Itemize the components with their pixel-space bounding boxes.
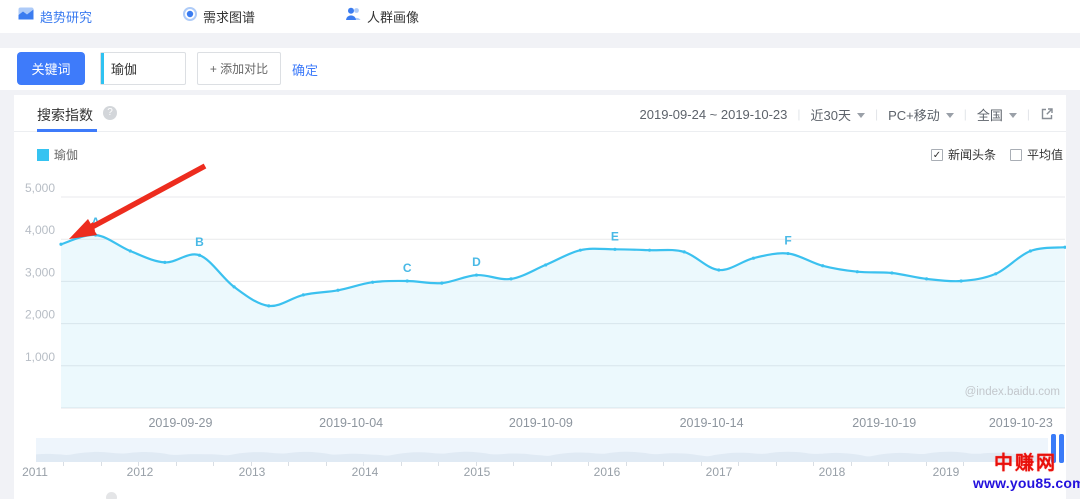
svg-text:A: A — [91, 215, 100, 229]
nav-label: 人群画像 — [367, 7, 419, 26]
separator: | — [797, 107, 800, 121]
timeline-brush-band[interactable] — [36, 438, 1048, 462]
region-dropdown[interactable]: 全国 — [977, 105, 1017, 124]
svg-text:3,000: 3,000 — [25, 265, 55, 279]
svg-text:2019-10-04: 2019-10-04 — [319, 416, 383, 430]
demand-map-icon — [183, 7, 197, 26]
search-index-line-chart[interactable]: 1,000 2,000 3,000 4,000 5,000 A B C D E F 2019-09-2… — [14, 155, 1066, 435]
year-label: 2016 — [594, 465, 621, 479]
confirm-link[interactable]: 确定 — [292, 60, 318, 79]
chevron-down-icon — [946, 113, 954, 118]
keyword-button[interactable]: 关键词 — [17, 52, 85, 85]
year-label: 2014 — [352, 465, 379, 479]
device-dropdown[interactable]: PC+移动 — [888, 105, 954, 124]
active-tab-underline — [37, 129, 97, 132]
svg-text:D: D — [472, 255, 481, 269]
chevron-down-icon — [857, 113, 865, 118]
trend-chart-icon — [18, 6, 34, 26]
svg-text:E: E — [611, 229, 619, 243]
year-label: 2011 — [22, 465, 48, 479]
svg-text:2019-09-29: 2019-09-29 — [148, 416, 212, 430]
year-label: 2018 — [819, 465, 846, 479]
svg-text:2019-10-23: 2019-10-23 — [989, 416, 1053, 430]
nav-trend-research[interactable]: 趋势研究 — [18, 5, 92, 27]
handle-bar — [1059, 434, 1064, 463]
svg-text:2019-10-09: 2019-10-09 — [509, 416, 573, 430]
time-range-dropdown[interactable]: 近30天 — [810, 105, 864, 124]
year-label: 2015 — [464, 465, 491, 479]
svg-text:@index.baidu.com: @index.baidu.com — [965, 386, 1060, 398]
help-icon[interactable]: ? — [103, 106, 117, 120]
external-link-icon[interactable] — [1040, 107, 1054, 121]
svg-text:1,000: 1,000 — [25, 350, 55, 364]
year-label: 2013 — [239, 465, 266, 479]
nav-label: 趋势研究 — [40, 7, 92, 26]
timeline-year-labels: 2011 2012 2013 2014 2015 2016 2017 2018 2019 — [14, 465, 1066, 479]
nav-demand-map[interactable]: 需求图谱 — [183, 5, 255, 27]
svg-text:2019-10-19: 2019-10-19 — [852, 416, 916, 430]
svg-text:2019-10-14: 2019-10-14 — [680, 416, 744, 430]
search-index-panel: 搜索指数 ? 2019-09-24 ~ 2019-10-23 | 近30天 | … — [14, 95, 1066, 499]
nav-audience-profile[interactable]: 人群画像 — [345, 5, 419, 27]
keyword-input[interactable] — [111, 53, 181, 84]
timeline-handle[interactable] — [1051, 434, 1066, 463]
add-compare-button[interactable]: + 添加对比 — [197, 52, 281, 85]
date-range-text: 2019-09-24 ~ 2019-10-23 — [640, 107, 788, 122]
query-bar: 关键词 + 添加对比 确定 — [0, 48, 1080, 90]
separator: | — [964, 107, 967, 121]
person-icon — [345, 7, 361, 26]
svg-text:2,000: 2,000 — [25, 308, 55, 322]
next-section-icon-peek — [106, 492, 117, 499]
svg-text:C: C — [403, 261, 412, 275]
separator: | — [1027, 107, 1030, 121]
svg-text:F: F — [784, 234, 791, 248]
chevron-down-icon — [1009, 113, 1017, 118]
keyword-color-accent — [101, 53, 104, 84]
keyword-input-wrap — [100, 52, 186, 85]
svg-text:4,000: 4,000 — [25, 223, 55, 237]
nav-label: 需求图谱 — [203, 7, 255, 26]
timeline-minimap-silhouette — [36, 438, 1048, 462]
svg-text:5,000: 5,000 — [25, 181, 55, 195]
top-navigation: 趋势研究 需求图谱 人群画像 — [0, 0, 1080, 33]
panel-tab-row: 搜索指数 ? 2019-09-24 ~ 2019-10-23 | 近30天 | … — [14, 95, 1066, 132]
separator: | — [875, 107, 878, 121]
tab-search-index[interactable]: 搜索指数 — [37, 105, 93, 125]
year-label: 2012 — [127, 465, 154, 479]
year-label: 2019 — [933, 465, 960, 479]
handle-bar — [1051, 434, 1056, 463]
year-label: 2017 — [706, 465, 733, 479]
svg-text:B: B — [195, 235, 204, 249]
